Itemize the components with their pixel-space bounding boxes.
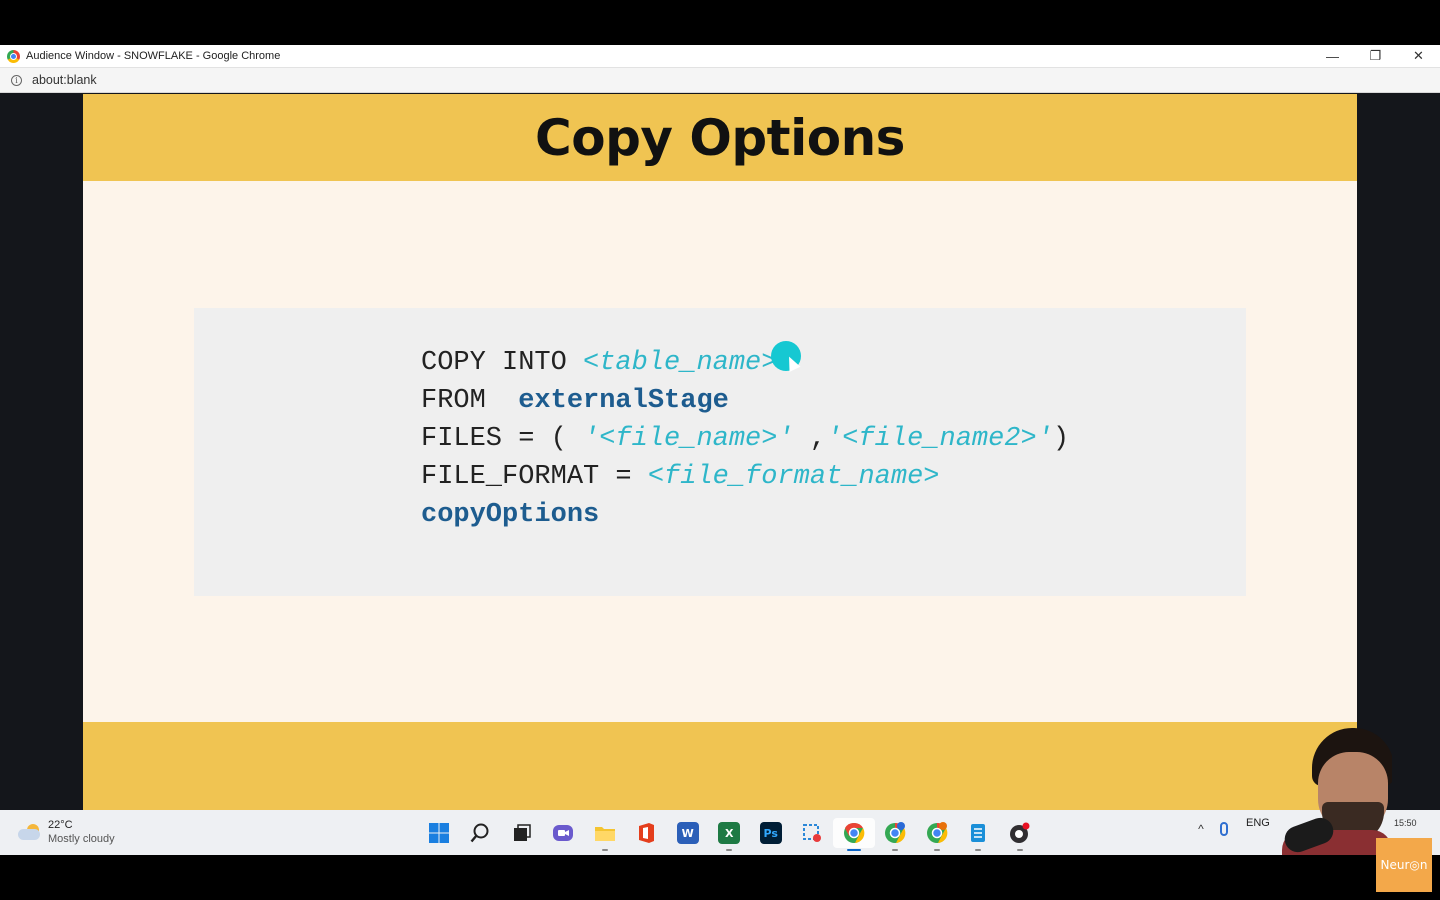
windows-start-icon[interactable]	[418, 818, 460, 848]
chrome-profile-icon[interactable]	[875, 818, 917, 851]
chrome-icon	[7, 49, 20, 63]
weather-widget[interactable]: 22°C Mostly cloudy	[18, 818, 115, 846]
microphone-icon[interactable]	[1220, 822, 1228, 836]
code-identifier: externalStage	[518, 386, 729, 416]
minimize-button[interactable]: —	[1311, 45, 1354, 67]
code-keyword: FROM	[421, 386, 519, 416]
close-button[interactable]: ✕	[1397, 45, 1440, 67]
browser-titlebar: Audience Window - SNOWFLAKE - Google Chr…	[0, 45, 1440, 67]
weather-description: Mostly cloudy	[48, 833, 115, 845]
photoshop-icon[interactable]: Ps	[750, 818, 792, 848]
excel-icon[interactable]: X	[709, 818, 751, 851]
slide-header: Copy Options	[83, 94, 1357, 181]
slide-title: Copy Options	[535, 108, 905, 167]
code-placeholder: <file_format_name>	[647, 462, 940, 492]
show-hidden-icons-button[interactable]: ^	[1190, 822, 1212, 836]
address-bar[interactable]: i about:blank	[0, 67, 1440, 93]
screen-bottom-bar	[0, 855, 1440, 900]
task-view-icon[interactable]	[501, 818, 543, 848]
notepad-icon[interactable]	[958, 818, 1000, 851]
code-keyword: COPY INTO	[421, 348, 584, 378]
code-text: COPY INTO <table_name> FROM externalStag…	[421, 344, 1069, 534]
restore-button[interactable]: ❐	[1354, 45, 1397, 67]
url-text[interactable]: about:blank	[32, 73, 97, 87]
neuron-logo-text: Neur◎n	[1380, 858, 1428, 872]
chrome-icon[interactable]	[833, 818, 875, 851]
partly-cloudy-icon	[18, 824, 42, 840]
snipping-tool-icon[interactable]	[792, 818, 834, 848]
code-punct: ,	[793, 424, 827, 454]
code-placeholder: '<file_name2>'	[826, 424, 1053, 454]
code-keyword: FILE_FORMAT =	[421, 462, 648, 492]
taskbar: 22°C Mostly cloudy W X Ps ^ ENG	[0, 810, 1440, 855]
page-content: Copy Options COPY INTO <table_name> FROM…	[0, 93, 1440, 810]
chrome-profile-icon[interactable]	[916, 818, 958, 851]
folder-icon[interactable]	[584, 818, 626, 851]
webcam-overlay	[1242, 722, 1392, 855]
taskbar-apps: W X Ps	[418, 818, 1041, 851]
obs-record-icon[interactable]	[999, 818, 1041, 851]
clock-text: 15:50	[1394, 818, 1417, 828]
office-icon[interactable]	[626, 818, 668, 848]
presentation-slide: Copy Options COPY INTO <table_name> FROM…	[83, 94, 1357, 810]
weather-temperature: 22°C	[48, 819, 73, 831]
code-placeholder: <table_name>	[583, 348, 778, 378]
search-icon[interactable]	[460, 818, 502, 848]
screen-top-bar	[0, 0, 1440, 45]
code-placeholder: '<file_name>'	[583, 424, 794, 454]
window-title: Audience Window - SNOWFLAKE - Google Chr…	[26, 50, 281, 62]
code-punct: )	[1052, 424, 1070, 454]
neuron-logo: Neur◎n	[1376, 838, 1432, 892]
window-controls: — ❐ ✕	[1311, 45, 1440, 67]
code-block: COPY INTO <table_name> FROM externalStag…	[194, 308, 1246, 596]
code-identifier: copyOptions	[421, 500, 600, 530]
slide-footer	[83, 722, 1357, 810]
word-icon[interactable]: W	[667, 818, 709, 848]
info-icon[interactable]: i	[11, 74, 22, 86]
code-keyword: FILES = (	[421, 424, 584, 454]
teams-chat-icon[interactable]	[543, 818, 585, 848]
